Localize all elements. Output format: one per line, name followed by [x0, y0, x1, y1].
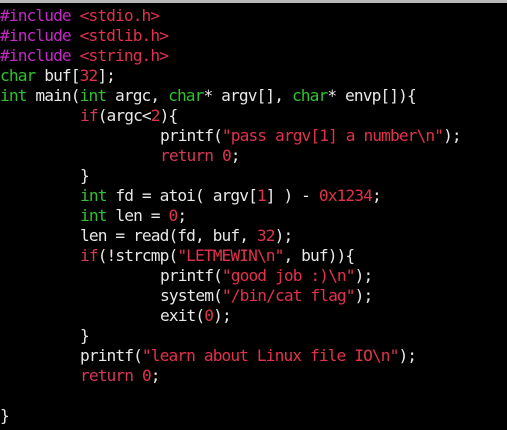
code-text: ;	[177, 206, 187, 225]
string-literal: "good job :)\n"	[221, 266, 356, 285]
code-line-11: int len = 0;	[0, 206, 507, 226]
code-editor[interactable]: #include <stdio.h> #include <stdlib.h> #…	[0, 6, 507, 426]
string-literal: "/bin/cat flag"	[221, 286, 356, 305]
code-text: exit(	[160, 306, 205, 325]
string-literal: "learn about Linux file IO\n"	[141, 346, 399, 365]
number-literal: 0	[141, 366, 152, 385]
code-line-6: if(argc<2){	[0, 106, 507, 126]
header-name: <string.h>	[79, 46, 169, 65]
code-line-4: char buf[32];	[0, 66, 507, 86]
code-text: ;	[230, 146, 241, 165]
window-top-border	[0, 0, 507, 3]
code-text: ];	[97, 66, 116, 85]
code-text: );	[354, 286, 374, 305]
string-literal: "LETMEWIN\n"	[177, 246, 284, 265]
string-literal: "pass argv[1] a number\n"	[221, 126, 444, 145]
hex-literal: 0x1234	[318, 186, 373, 205]
number-literal: 0	[168, 206, 178, 225]
closing-brace: }	[80, 166, 90, 185]
code-line-7: printf("pass argv[1] a number\n");	[0, 126, 507, 146]
preprocessor-directive: #include	[0, 26, 80, 45]
code-line-1: #include <stdio.h>	[0, 6, 507, 26]
code-text: ;	[150, 366, 161, 385]
code-text: printf(	[80, 346, 143, 365]
header-name: <stdlib.h>	[79, 26, 169, 45]
code-line-10: int fd = atoi( argv[1] ) - 0x1234;	[0, 186, 507, 206]
number-literal: 32	[79, 66, 99, 85]
number-literal: 1	[256, 186, 267, 205]
type-keyword: int	[80, 206, 107, 225]
closing-brace: }	[0, 406, 10, 425]
code-line-15: system("/bin/cat flag");	[0, 286, 507, 306]
code-text: );	[443, 126, 462, 145]
code-line-21: }	[0, 406, 507, 426]
code-line-8: return 0;	[0, 146, 507, 166]
code-text: );	[213, 306, 232, 325]
type-keyword: char	[291, 86, 328, 105]
code-text: , buf)){	[283, 246, 355, 265]
type-keyword: char	[0, 66, 36, 85]
type-keyword: int	[79, 86, 107, 105]
closing-brace: }	[80, 326, 90, 345]
code-line-3: #include <string.h>	[0, 46, 507, 66]
code-text: fd = atoi( argv[	[106, 186, 257, 205]
code-line-12: len = read(fd, buf, 32);	[0, 226, 507, 246]
number-literal: 32	[256, 226, 276, 245]
code-line-13: if(!strcmp("LETMEWIN\n", buf)){	[0, 246, 507, 266]
control-keyword: return	[160, 146, 214, 165]
code-text: );	[398, 346, 417, 365]
code-text: ){	[159, 106, 179, 125]
code-line-14: printf("good job :)\n");	[0, 266, 507, 286]
code-text: printf(	[160, 266, 223, 285]
code-line-9: }	[0, 166, 507, 186]
preprocessor-directive: #include	[0, 6, 80, 25]
preprocessor-directive: #include	[0, 46, 80, 65]
type-keyword: char	[168, 86, 204, 105]
code-text: (!strcmp(	[97, 246, 179, 265]
control-keyword: if	[80, 106, 99, 125]
code-text: );	[354, 266, 374, 285]
code-text: ;	[371, 186, 382, 205]
header-name: <stdio.h>	[79, 6, 161, 25]
code-text: system(	[160, 286, 223, 305]
code-text: len = read(fd, buf,	[80, 226, 257, 245]
number-literal: 2	[150, 106, 161, 125]
code-line-19: return 0;	[0, 366, 507, 386]
code-text: argc,	[106, 86, 169, 105]
code-line-16: exit(0);	[0, 306, 507, 326]
code-text: ] ) -	[265, 186, 319, 205]
control-keyword: if	[80, 246, 99, 265]
code-text: * envp[]){	[327, 86, 416, 105]
code-text: * argv[],	[203, 86, 292, 105]
code-line-2: #include <stdlib.h>	[0, 26, 507, 46]
type-keyword: int	[0, 86, 27, 105]
code-line-18: printf("learn about Linux file IO\n");	[0, 346, 507, 366]
code-text: printf(	[160, 126, 223, 145]
number-literal: 0	[204, 306, 214, 325]
code-text: buf[	[35, 66, 80, 85]
control-keyword: return	[80, 366, 134, 385]
code-text: len =	[106, 206, 169, 225]
code-line-5: int main(int argc, char* argv[], char* e…	[0, 86, 507, 106]
code-line-17: }	[0, 326, 507, 346]
code-text: );	[274, 226, 294, 245]
code-text: (argc<	[97, 106, 152, 125]
number-literal: 0	[221, 146, 232, 165]
type-keyword: int	[80, 186, 107, 205]
code-text: main(	[26, 86, 80, 105]
